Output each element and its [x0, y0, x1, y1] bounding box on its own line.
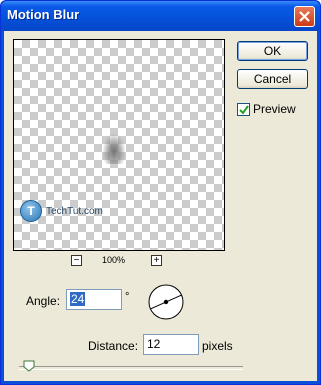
zoom-level: 100%: [102, 255, 126, 265]
close-button[interactable]: [294, 6, 315, 27]
preview-label: Preview: [253, 102, 296, 116]
distance-slider-track[interactable]: [19, 366, 243, 370]
window-title: Motion Blur: [7, 7, 80, 22]
distance-field[interactable]: 12: [143, 334, 199, 355]
zoom-in-button[interactable]: +: [151, 255, 162, 266]
angle-value: 24: [70, 292, 86, 306]
preview-canvas[interactable]: T TechTut.com: [13, 39, 225, 251]
pixels-unit-label: pixels: [202, 339, 233, 353]
techtut-logo: T: [20, 200, 42, 222]
zoom-out-button[interactable]: −: [71, 255, 82, 266]
distance-label: Distance:: [88, 339, 139, 353]
motion-blur-dialog: Motion Blur T TechTut.com − 100% + OK Ca…: [0, 0, 321, 385]
watermark: T TechTut.com: [20, 200, 106, 222]
ok-button[interactable]: OK: [237, 41, 308, 61]
degree-symbol: °: [125, 291, 130, 303]
close-icon: [299, 11, 310, 22]
angle-label: Angle:: [26, 294, 61, 308]
dialog-body: T TechTut.com − 100% + OK Cancel Preview…: [4, 31, 317, 381]
cancel-button[interactable]: Cancel: [237, 69, 308, 89]
check-icon: [239, 104, 249, 115]
title-bar[interactable]: Motion Blur: [1, 1, 320, 31]
watermark-text: TechTut.com: [46, 205, 103, 217]
blurred-shape: [103, 134, 125, 164]
angle-field[interactable]: 24: [66, 289, 122, 310]
slider-thumb-icon[interactable]: [23, 360, 35, 372]
angle-dial-icon[interactable]: [147, 283, 185, 321]
preview-checkbox-row[interactable]: Preview: [237, 102, 296, 116]
preview-checkbox[interactable]: [237, 102, 250, 116]
